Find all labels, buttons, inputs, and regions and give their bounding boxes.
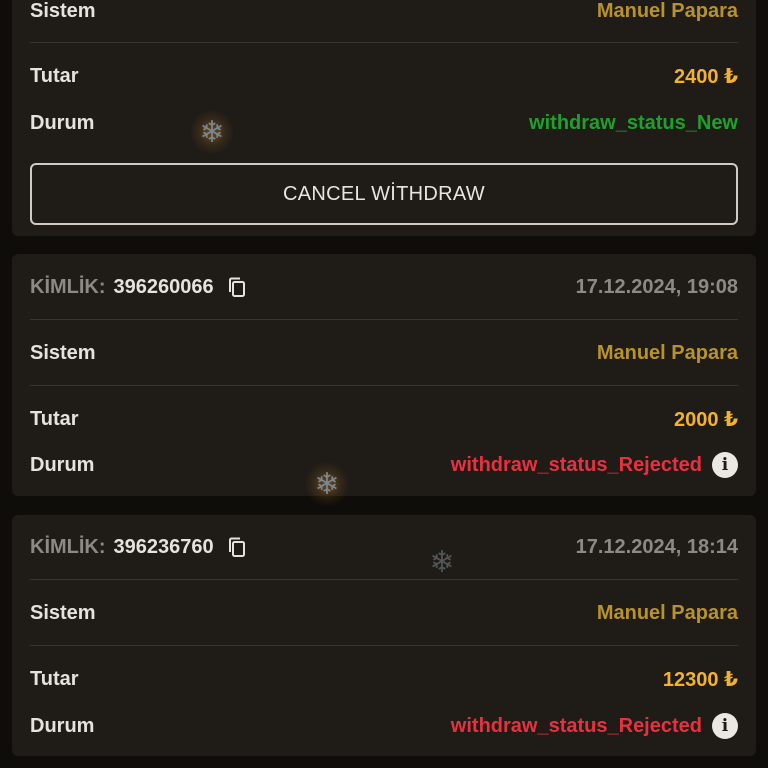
divider: [30, 385, 738, 386]
status-row: Durum withdraw_status_Rejected i: [30, 445, 738, 485]
amount-value: 2000 ₺: [674, 408, 738, 431]
amount-row: Tutar 2400 ₺: [30, 56, 738, 96]
withdraw-card-1: Sistem Manuel Papara Tutar 2400 ₺ Durum …: [12, 0, 756, 236]
id-group: KİMLİK: 396260066: [30, 276, 248, 299]
datetime: 17.12.2024, 19:08: [575, 275, 738, 298]
status-value: withdraw_status_Rejected: [450, 453, 702, 476]
amount-label: Tutar: [30, 667, 79, 690]
system-label: Sistem: [30, 0, 96, 22]
snowflake-icon: ❄: [190, 110, 234, 154]
copy-icon[interactable]: [226, 536, 248, 558]
system-value: Manuel Papara: [596, 341, 738, 364]
status-value: withdraw_status_New: [529, 111, 738, 134]
datetime: 17.12.2024, 18:14: [575, 535, 738, 558]
id-value: 396236760: [113, 535, 214, 558]
snowflake-icon: ❄: [305, 462, 349, 506]
snowflake-icon: ❄: [429, 544, 455, 580]
amount-row: Tutar 2000 ₺: [30, 399, 738, 439]
system-label: Sistem: [30, 601, 96, 624]
withdraw-history-screen: Sistem Manuel Papara Tutar 2400 ₺ Durum …: [0, 0, 768, 768]
divider: [30, 319, 738, 320]
amount-value: 12300 ₺: [662, 668, 738, 691]
system-row: Sistem Manuel Papara: [30, 333, 738, 373]
id-label: KİMLİK:: [30, 535, 106, 558]
divider: [30, 645, 738, 646]
amount-label: Tutar: [30, 407, 79, 430]
info-icon[interactable]: i: [712, 713, 738, 739]
system-value: Manuel Papara: [596, 601, 738, 624]
status-label: Durum: [30, 714, 95, 737]
copy-icon[interactable]: [226, 276, 248, 298]
status-label: Durum: [30, 453, 95, 476]
status-row: Durum withdraw_status_Rejected i: [30, 706, 738, 746]
divider: [30, 579, 738, 580]
amount-row: Tutar 12300 ₺: [30, 659, 738, 699]
withdraw-card-2: KİMLİK: 396260066 17.12.2024, 19:08 Sist…: [12, 254, 756, 496]
id-label: KİMLİK:: [30, 275, 106, 298]
amount-value: 2400 ₺: [674, 65, 738, 88]
system-row: Sistem Manuel Papara: [30, 0, 738, 31]
status-label: Durum: [30, 111, 95, 134]
id-row: KİMLİK: 396236760 17.12.2024, 18:14: [30, 527, 738, 567]
system-row: Sistem Manuel Papara: [30, 593, 738, 633]
id-row: KİMLİK: 396260066 17.12.2024, 19:08: [30, 267, 738, 307]
status-group: withdraw_status_Rejected i: [451, 452, 738, 478]
cancel-withdraw-button[interactable]: CANCEL WİTHDRAW: [30, 163, 738, 225]
amount-label: Tutar: [30, 64, 79, 87]
id-value: 396260066: [113, 275, 214, 298]
info-icon[interactable]: i: [712, 452, 738, 478]
system-label: Sistem: [30, 341, 96, 364]
id-group: KİMLİK: 396236760: [30, 536, 248, 559]
status-value: withdraw_status_Rejected: [450, 714, 702, 737]
system-value: Manuel Papara: [596, 0, 738, 22]
divider: [30, 42, 738, 43]
status-group: withdraw_status_Rejected i: [451, 713, 738, 739]
withdraw-card-3: KİMLİK: 396236760 17.12.2024, 18:14 Sist…: [12, 515, 756, 756]
status-row: Durum withdraw_status_New: [30, 103, 738, 143]
